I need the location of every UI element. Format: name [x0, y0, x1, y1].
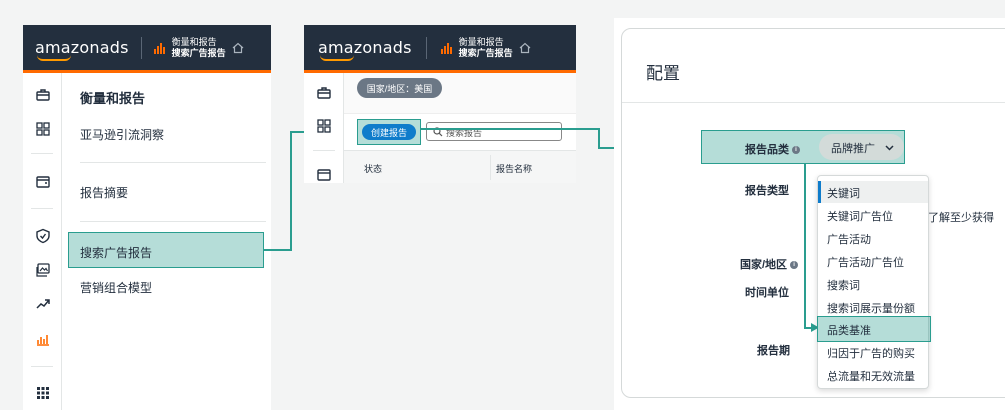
info-icon[interactable]: i: [790, 261, 799, 270]
menu-divider: [80, 162, 266, 163]
search-input[interactable]: 搜索报告: [426, 122, 562, 141]
briefcase-icon[interactable]: [35, 87, 51, 103]
column-divider: [490, 155, 491, 180]
menu-divider: [80, 221, 266, 222]
amazon-ads-logo[interactable]: amazonads: [35, 38, 129, 61]
logo-smile: [37, 55, 71, 61]
panel1-side-menu: 衡量和报告 亚马逊引流洞察 报告摘要 搜索广告报告 营销组合模型: [62, 73, 271, 410]
partial-text: 了解至少获得: [928, 212, 994, 224]
connector: [264, 249, 291, 251]
rail-divider: [313, 150, 335, 151]
breadcrumb: 衡量和报告 搜索广告报告: [459, 37, 513, 59]
image-gallery-icon[interactable]: [35, 262, 51, 278]
breadcrumb-parent[interactable]: 衡量和报告: [459, 37, 504, 47]
country-label: 国家/地区 i: [740, 256, 799, 272]
column-header-report-name[interactable]: 报告名称: [496, 162, 532, 175]
breadcrumb: 衡量和报告 搜索广告报告: [172, 37, 226, 59]
report-period-label: 报告期: [757, 345, 790, 357]
wallet-icon[interactable]: [35, 174, 51, 190]
apps-icon[interactable]: [35, 385, 51, 401]
report-category-select[interactable]: 品牌推广: [819, 134, 904, 160]
option-keyword-placement[interactable]: 关键词广告位: [827, 208, 893, 224]
time-unit-label: 时间单位: [745, 287, 789, 299]
wallet-icon[interactable]: [316, 167, 332, 183]
menu-item-search-ads-report[interactable]: 搜索广告报告: [80, 244, 152, 261]
option-campaign[interactable]: 广告活动: [827, 231, 871, 247]
option-category-benchmark[interactable]: 品类基准: [827, 322, 871, 338]
report-category-label: 报告品类 i: [745, 141, 800, 157]
card-divider: [622, 102, 1005, 103]
column-header-status[interactable]: 状态: [364, 162, 382, 175]
chevron-down-icon: [885, 145, 894, 151]
select-value: 品牌推广: [831, 143, 875, 155]
report-type-label: 报告类型: [745, 185, 789, 197]
option-search-term-impression-share[interactable]: 搜索词展示量份额: [827, 300, 915, 316]
menu-item-report-summary[interactable]: 报告摘要: [80, 184, 128, 201]
shield-icon[interactable]: [35, 228, 51, 244]
option-ad-attributed-purchases[interactable]: 归因于广告的购买: [827, 345, 915, 361]
menu-item-marketing-mix-model[interactable]: 营销组合模型: [80, 279, 152, 296]
trend-up-icon[interactable]: [35, 296, 51, 312]
menu-title: 衡量和报告: [80, 91, 146, 106]
logo-smile: [320, 55, 354, 61]
panel2-nav-rail: [304, 73, 344, 183]
breadcrumb-current: 搜索广告报告: [458, 47, 513, 58]
divider: [140, 36, 142, 59]
option-total-and-invalid-traffic[interactable]: 总流量和无效流量: [827, 368, 915, 384]
option-keyword[interactable]: 关键词: [827, 185, 860, 201]
config-title: 配置: [646, 64, 680, 83]
bar-chart-icon[interactable]: [35, 331, 51, 347]
connector: [421, 128, 599, 130]
menu-item-traffic-insights[interactable]: 亚马逊引流洞察: [80, 126, 164, 143]
report-type-dropdown: 关键词 关键词广告位 广告活动 广告活动广告位 搜索词 搜索词展示量份额 品类基…: [817, 175, 931, 389]
breadcrumb-current: 搜索广告报告: [171, 47, 226, 58]
connector: [290, 131, 292, 251]
rail-divider: [31, 153, 53, 154]
info-icon[interactable]: i: [792, 146, 800, 155]
rail-divider: [31, 366, 53, 367]
home-icon[interactable]: [519, 42, 531, 54]
amazon-ads-logo[interactable]: amazonads: [318, 38, 412, 61]
option-campaign-placement[interactable]: 广告活动广告位: [827, 254, 904, 270]
panel1-topbar: amazonads 衡量和报告 搜索广告报告: [23, 25, 271, 73]
table-header: 状态 报告名称: [344, 150, 576, 183]
grid-icon[interactable]: [316, 118, 332, 134]
panel1-nav-rail: [23, 73, 62, 410]
connector: [804, 164, 806, 328]
option-search-term[interactable]: 搜索词: [827, 277, 860, 293]
country-filter-chip[interactable]: 国家/地区：美国: [357, 78, 442, 98]
grid-icon[interactable]: [35, 121, 51, 137]
create-report-button[interactable]: 创建报告: [362, 124, 416, 140]
bar-chart-icon: [153, 42, 165, 54]
home-icon[interactable]: [232, 42, 244, 54]
panel2-topbar: amazonads 衡量和报告 搜索广告报告: [304, 25, 576, 73]
breadcrumb-parent[interactable]: 衡量和报告: [172, 37, 217, 47]
rail-divider: [31, 208, 53, 209]
connector: [598, 128, 600, 148]
divider: [425, 36, 427, 59]
bar-chart-icon: [440, 42, 452, 54]
briefcase-icon[interactable]: [316, 85, 332, 101]
